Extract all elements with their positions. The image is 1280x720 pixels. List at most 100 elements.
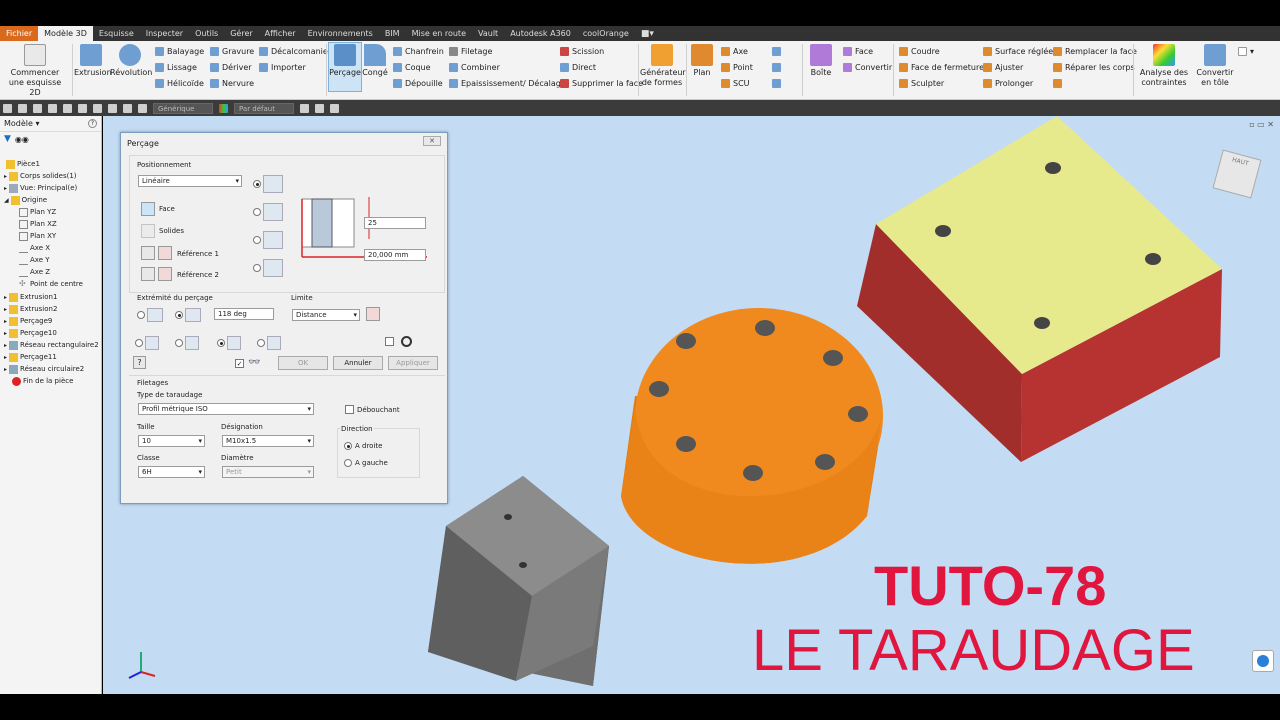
- extrusion-button[interactable]: Extrusion: [74, 44, 112, 78]
- tree-item-extrusion2[interactable]: ▸ Extrusion2: [4, 303, 57, 315]
- ribbon-options-button[interactable]: ▾: [1238, 45, 1254, 57]
- reference1-flip-button[interactable]: [158, 246, 172, 260]
- angle-input[interactable]: 118 deg: [214, 308, 274, 320]
- sculpter-button[interactable]: Sculpter: [899, 77, 944, 89]
- face-select-button[interactable]: [141, 202, 155, 216]
- binoculars-icon[interactable]: ◉◉: [15, 135, 29, 144]
- reference2-flip-button[interactable]: [158, 267, 172, 281]
- hole-perce-radio[interactable]: [135, 339, 143, 347]
- scission-button[interactable]: Scission: [560, 45, 604, 57]
- revolution-button[interactable]: Révolution: [110, 44, 152, 78]
- hole-type-simple-radio[interactable]: [253, 180, 261, 188]
- preview-checkbox[interactable]: ✓: [235, 359, 244, 368]
- dropdown-icon[interactable]: ▾: [33, 119, 39, 128]
- conge-button[interactable]: Congé: [362, 44, 388, 78]
- tree-item-fin-piece[interactable]: Fin de la pièce: [12, 375, 73, 387]
- select-icon[interactable]: [108, 103, 117, 113]
- balayage-button[interactable]: Balayage: [155, 45, 204, 57]
- mirror-button[interactable]: [772, 77, 784, 89]
- coque-button[interactable]: Coque: [393, 61, 431, 73]
- update-icon[interactable]: [93, 103, 102, 113]
- tree-item-percage9[interactable]: ▸ Perçage9: [4, 315, 52, 327]
- face-button[interactable]: Face: [843, 45, 873, 57]
- tab-coolorange[interactable]: coolOrange: [577, 26, 635, 41]
- new-icon[interactable]: [3, 103, 12, 113]
- extremite-angle-radio[interactable]: [175, 311, 183, 319]
- tree-item-percage11[interactable]: ▸ Perçage11: [4, 351, 57, 363]
- tab-esquisse[interactable]: Esquisse: [93, 26, 140, 41]
- tree-item-plan-yz[interactable]: Plan YZ: [19, 206, 56, 218]
- grey-cube[interactable]: [428, 476, 609, 686]
- plan-button[interactable]: Plan: [689, 44, 715, 78]
- depth-input[interactable]: 25: [364, 217, 426, 229]
- supprimer-face-button[interactable]: Supprimer la face: [560, 77, 643, 89]
- pattern-rect-button[interactable]: [772, 45, 784, 57]
- reference1-select-button[interactable]: [141, 246, 155, 260]
- tree-item-corps-solides[interactable]: ▸ Corps solides(1): [4, 170, 77, 182]
- yellow-red-box[interactable]: [857, 116, 1222, 462]
- gravure-button[interactable]: Gravure: [210, 45, 254, 57]
- direct-button[interactable]: Direct: [560, 61, 596, 73]
- tree-item-axe-z[interactable]: Axe Z: [19, 266, 50, 278]
- taille-select[interactable]: 10: [138, 435, 205, 447]
- tree-item-axe-y[interactable]: Axe Y: [19, 254, 50, 266]
- tab-autodesk-a360[interactable]: Autodesk A360: [504, 26, 577, 41]
- solides-select-button[interactable]: [141, 224, 155, 238]
- tab-fichier[interactable]: Fichier: [0, 26, 39, 41]
- viewport-window-controls[interactable]: ▫ ▭ ✕: [1249, 120, 1274, 129]
- axe-button[interactable]: Axe: [721, 45, 748, 57]
- home-icon[interactable]: [78, 103, 87, 113]
- scu-button[interactable]: SCU: [721, 77, 750, 89]
- direction-gauche-radio[interactable]: [344, 459, 352, 467]
- hole-type-fraisage-radio[interactable]: [253, 236, 261, 244]
- hole-taraude-radio[interactable]: [217, 339, 225, 347]
- type-taraudage-select[interactable]: Profil métrique ISO: [138, 403, 314, 415]
- filetage-button[interactable]: Filetage: [449, 45, 492, 57]
- deriver-button[interactable]: Dériver: [210, 61, 252, 73]
- remplacer-face-button[interactable]: Remplacer la face: [1053, 45, 1137, 57]
- boite-button[interactable]: Boîte: [806, 44, 836, 78]
- tab-mise-en-route[interactable]: Mise en route: [406, 26, 472, 41]
- tab-inspecter[interactable]: Inspecter: [140, 26, 189, 41]
- tree-item-origine[interactable]: ◢ Origine: [4, 194, 47, 206]
- dialog-close-button[interactable]: ✕: [423, 136, 441, 146]
- direction-droite-radio[interactable]: [344, 442, 352, 450]
- tab-outils[interactable]: Outils: [189, 26, 224, 41]
- tree-item-plan-xz[interactable]: Plan XZ: [19, 218, 57, 230]
- face-fermeture-button[interactable]: Face de fermeture: [899, 61, 984, 73]
- fx-icon[interactable]: [123, 103, 132, 113]
- tree-item-vue[interactable]: ▸ Vue: Principal(e): [4, 182, 77, 194]
- clear-icon[interactable]: [300, 103, 309, 113]
- tree-item-percage10[interactable]: ▸ Perçage10: [4, 327, 57, 339]
- nervure-button[interactable]: Nervure: [210, 77, 254, 89]
- tab-vault[interactable]: Vault: [472, 26, 504, 41]
- extra-checkbox[interactable]: [385, 337, 394, 346]
- help-button[interactable]: ?: [133, 356, 146, 369]
- limite-flip-button[interactable]: [366, 307, 380, 321]
- appliquer-button[interactable]: Appliquer: [388, 356, 438, 370]
- point-button[interactable]: Point: [721, 61, 753, 73]
- prolonger-button[interactable]: Prolonger: [983, 77, 1033, 89]
- combiner-button[interactable]: Combiner: [449, 61, 500, 73]
- hole-conique-radio[interactable]: [257, 339, 265, 347]
- generateur-formes-button[interactable]: Générateur de formes: [640, 44, 686, 88]
- redo-icon[interactable]: [63, 103, 72, 113]
- tab-gerer[interactable]: Gérer: [224, 26, 258, 41]
- ok-button[interactable]: OK: [278, 356, 328, 370]
- analyse-contraintes-button[interactable]: Analyse des contraintes: [1135, 44, 1193, 88]
- tree-item-extrusion1[interactable]: ▸ Extrusion1: [4, 291, 57, 303]
- reparer-corps-button[interactable]: Réparer les corps: [1053, 61, 1135, 73]
- helicoide-button[interactable]: Hélicoïde: [155, 77, 204, 89]
- material-select[interactable]: Générique: [153, 102, 213, 114]
- diameter-input[interactable]: 20,000 mm: [364, 249, 426, 261]
- undo-icon[interactable]: [48, 103, 57, 113]
- glasses-icon[interactable]: 👓: [248, 357, 260, 368]
- convertir-button[interactable]: Convertir: [843, 61, 892, 73]
- decalcomanie-button[interactable]: Décalcomanie: [259, 45, 328, 57]
- importer-button[interactable]: Importer: [259, 61, 306, 73]
- reference2-select-button[interactable]: [141, 267, 155, 281]
- tab-afficher[interactable]: Afficher: [259, 26, 302, 41]
- lissage-button[interactable]: Lissage: [155, 61, 197, 73]
- tab-modele-3d[interactable]: Modèle 3D: [38, 26, 93, 41]
- limite-select[interactable]: Distance: [292, 309, 360, 321]
